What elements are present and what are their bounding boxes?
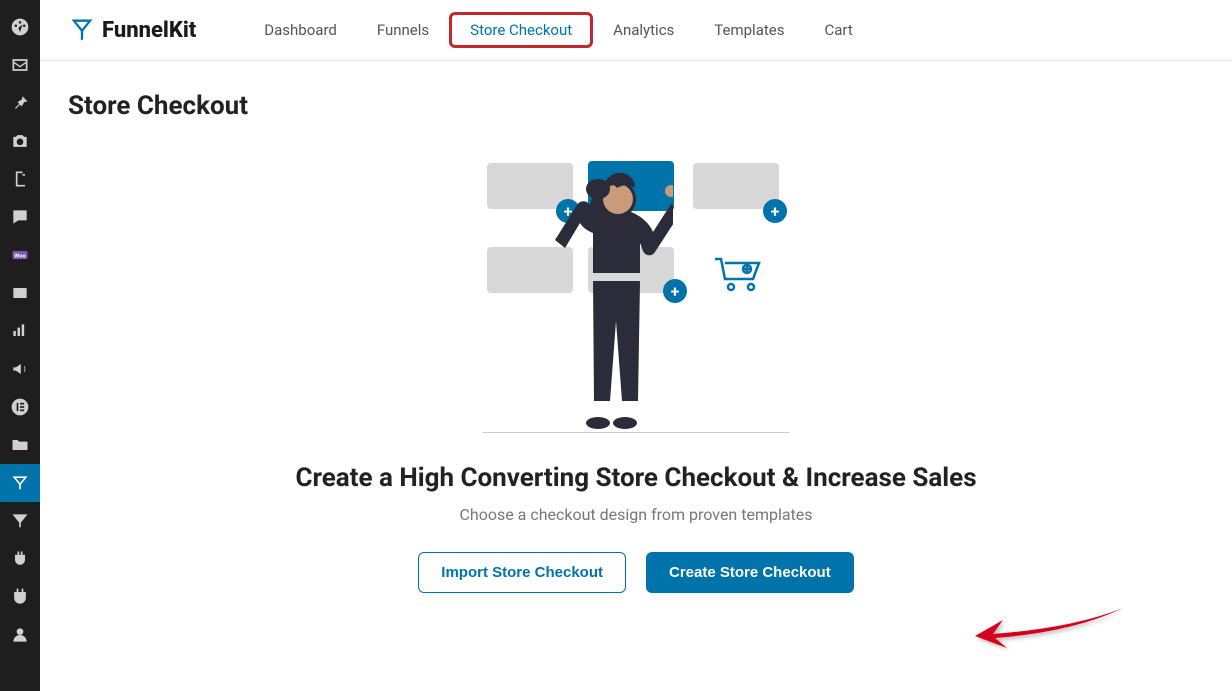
main-area: FunnelKit Dashboard Funnels Store Checko… [40, 0, 1232, 691]
sidebar-users-icon[interactable] [0, 616, 40, 654]
sidebar-woo-icon[interactable]: Woo [0, 236, 40, 274]
sidebar-funnelkit-alt-icon[interactable] [0, 502, 40, 540]
button-row: Import Store Checkout Create Store Check… [418, 552, 853, 593]
page-title: Store Checkout [68, 91, 1204, 121]
sidebar-card-icon[interactable] [0, 274, 40, 312]
sidebar-analytics-icon[interactable] [0, 312, 40, 350]
tab-funnels[interactable]: Funnels [357, 12, 449, 48]
nav-tabs: Dashboard Funnels Store Checkout Analyti… [244, 0, 872, 60]
tab-dashboard[interactable]: Dashboard [244, 12, 357, 48]
tab-analytics[interactable]: Analytics [593, 12, 694, 48]
sidebar-mail-icon[interactable] [0, 46, 40, 84]
hero-title: Create a High Converting Store Checkout … [295, 463, 976, 493]
cart-icon [711, 253, 765, 297]
sidebar-marketing-icon[interactable] [0, 350, 40, 388]
hero-section: + + + Create a High Converting Stor [68, 161, 1204, 593]
tab-templates[interactable]: Templates [694, 12, 804, 48]
sidebar-folder-icon[interactable] [0, 426, 40, 464]
create-store-checkout-button[interactable]: Create Store Checkout [646, 552, 854, 593]
sidebar-plugins-icon[interactable] [0, 540, 40, 578]
brand-logo[interactable]: FunnelKit [68, 16, 196, 44]
tab-cart[interactable]: Cart [804, 12, 872, 48]
sidebar-funnelkit-icon[interactable] [0, 464, 40, 502]
sidebar-camera-icon[interactable] [0, 122, 40, 160]
top-nav: FunnelKit Dashboard Funnels Store Checko… [40, 0, 1232, 61]
sidebar-comments-icon[interactable] [0, 198, 40, 236]
content: Store Checkout + + + [40, 61, 1232, 623]
sidebar-pin-icon[interactable] [0, 84, 40, 122]
hero-subtitle: Choose a checkout design from proven tem… [459, 505, 812, 524]
import-store-checkout-button[interactable]: Import Store Checkout [418, 552, 626, 593]
funnelkit-logo-icon [68, 16, 96, 44]
sidebar-pages-icon[interactable] [0, 160, 40, 198]
brand-name: FunnelKit [102, 18, 196, 43]
wp-admin-sidebar: Woo [0, 0, 40, 691]
plus-icon: + [763, 199, 787, 223]
sidebar-dashboard-icon[interactable] [0, 8, 40, 46]
sidebar-plugin-alt-icon[interactable] [0, 578, 40, 616]
sidebar-elementor-icon[interactable] [0, 388, 40, 426]
hero-illustration: + + + [483, 161, 789, 433]
svg-text:Woo: Woo [14, 254, 26, 260]
person-illustration [543, 161, 673, 433]
tab-store-checkout[interactable]: Store Checkout [449, 12, 593, 48]
